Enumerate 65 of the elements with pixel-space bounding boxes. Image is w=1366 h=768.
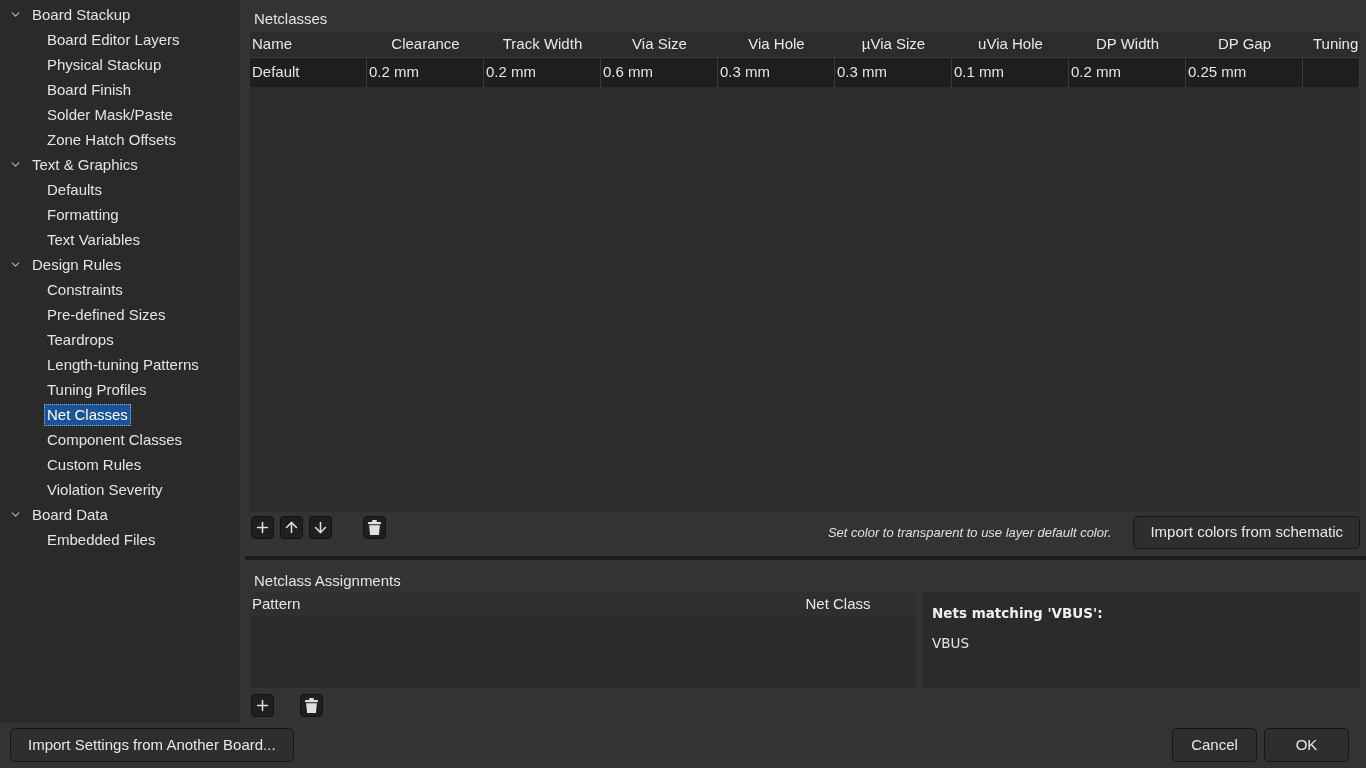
trash-icon (368, 520, 381, 535)
table-cell: 0.2 mm (484, 57, 601, 87)
table-cell: 0.3 mm (835, 57, 952, 87)
section-title: Netclass Assignments (253, 572, 401, 590)
move-down-button[interactable] (309, 516, 332, 539)
section-title: Netclasses (253, 10, 328, 28)
table-cell: 0.1 mm (952, 57, 1069, 87)
delete-button[interactable] (363, 516, 386, 539)
column-header[interactable]: Net Class (805, 593, 871, 616)
column-header[interactable]: DP Width (1095, 33, 1160, 56)
column-header[interactable]: Clearance (391, 33, 460, 56)
table-cell: 0.6 mm (601, 57, 718, 87)
table-cell: Default (250, 57, 367, 87)
column-header[interactable]: uVia Hole (978, 33, 1043, 56)
add-button[interactable] (251, 516, 274, 539)
dialog-button[interactable]: OK (1264, 728, 1349, 762)
column-header[interactable]: Tuning (1313, 33, 1359, 56)
column-header[interactable]: Via Hole (748, 33, 805, 56)
tree-item[interactable]: Board Data (29, 503, 111, 526)
tree-item[interactable]: Zone Hatch Offsets (44, 128, 179, 151)
import-settings-button[interactable]: Import Settings from Another Board... (10, 728, 294, 762)
tree-item[interactable]: Physical Stackup (44, 53, 165, 76)
table-cell: 0.3 mm (718, 57, 835, 87)
net-name: VBUS (932, 634, 969, 654)
tree-item[interactable]: Tuning Profiles (44, 378, 150, 401)
column-header[interactable]: µVia Size (861, 33, 926, 56)
trash-icon (305, 698, 318, 713)
tree-item[interactable]: Solder Mask/Paste (44, 103, 176, 126)
tree-item[interactable]: Teardrops (44, 328, 117, 351)
table-cell: 0.2 mm (367, 57, 484, 87)
tree-item[interactable]: Custom Rules (44, 453, 145, 476)
tree-item[interactable]: Constraints (44, 278, 126, 301)
column-header[interactable]: Name (252, 33, 292, 56)
nets-heading: Nets matching 'VBUS': (932, 604, 1103, 623)
move-up-button[interactable] (280, 516, 303, 539)
tree-item[interactable]: Component Classes (44, 428, 186, 451)
plus-icon (254, 697, 271, 714)
delete-button[interactable] (300, 694, 323, 717)
tree-item[interactable]: Design Rules (29, 253, 125, 276)
tree-item[interactable]: Embedded Files (44, 528, 159, 551)
tree-item[interactable]: Defaults (44, 178, 106, 201)
column-header[interactable]: Pattern (250, 593, 301, 616)
hint-text: Set color to transparent to use layer default color. (827, 524, 1112, 542)
tree-item[interactable]: Violation Severity (44, 478, 166, 501)
plus-icon (254, 519, 271, 536)
tree-item[interactable]: Text & Graphics (29, 153, 141, 176)
dialog-button[interactable]: Cancel (1172, 728, 1257, 762)
column-header[interactable]: Via Size (632, 33, 687, 56)
tree-item[interactable]: Net Classes (44, 403, 131, 426)
add-button[interactable] (251, 694, 274, 717)
import-colors-button[interactable]: Import colors from schematic (1133, 516, 1360, 549)
table-cell (1303, 57, 1360, 87)
arrow-down-icon (312, 519, 329, 536)
tree-item[interactable]: Pre-defined Sizes (44, 303, 169, 326)
table-cell: 0.2 mm (1069, 57, 1186, 87)
column-header[interactable]: DP Gap (1217, 33, 1272, 56)
column-header[interactable]: Track Width (502, 33, 583, 56)
table-cell: 0.25 mm (1186, 57, 1303, 87)
arrow-up-icon (283, 519, 300, 536)
tree-item[interactable]: Text Variables (44, 228, 144, 251)
tree-item[interactable]: Length-tuning Patterns (44, 353, 202, 376)
tree-item[interactable]: Board Finish (44, 78, 135, 101)
tree-item[interactable]: Board Stackup (29, 3, 134, 26)
tree-item[interactable]: Formatting (44, 203, 122, 226)
tree-item[interactable]: Board Editor Layers (44, 28, 183, 51)
